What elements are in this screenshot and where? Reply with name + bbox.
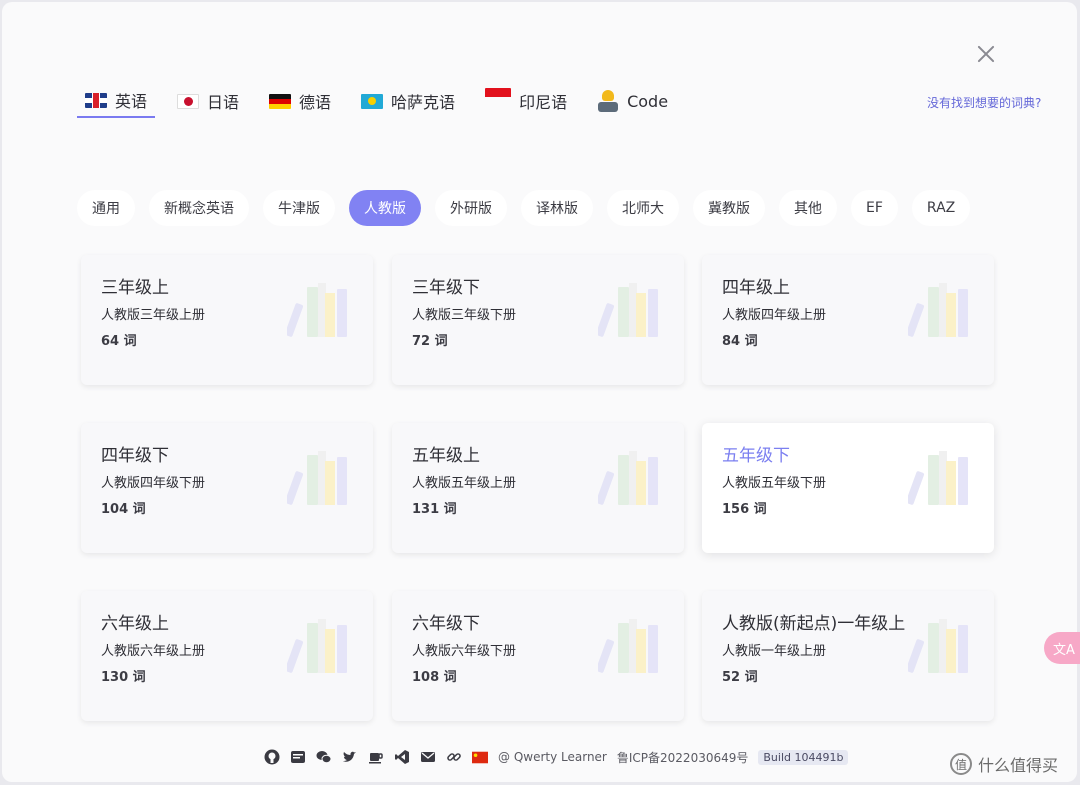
author-text[interactable]: @ Qwerty Learner xyxy=(498,750,607,764)
mail-icon[interactable] xyxy=(420,749,436,765)
china-flag-icon[interactable] xyxy=(472,749,488,765)
watermark-text: 什么值得买 xyxy=(978,756,1059,775)
link-icon[interactable] xyxy=(446,749,462,765)
dictionary-card[interactable]: 人教版(新起点)一年级上 人教版一年级上册 52 词 xyxy=(702,591,994,721)
dictionary-card[interactable]: 四年级上 人教版四年级上册 84 词 xyxy=(702,255,994,385)
japan-flag-icon xyxy=(177,93,200,109)
dictionary-card[interactable]: 四年级下 人教版四年级下册 104 词 xyxy=(81,423,373,553)
mp-icon[interactable] xyxy=(290,749,306,765)
wechat-icon[interactable] xyxy=(316,749,332,765)
books-icon xyxy=(598,451,658,505)
uk-flag-icon xyxy=(85,92,107,108)
books-icon xyxy=(287,451,347,505)
language-tabs: 英语 日语 德语 哈萨克语 印尼语 Code xyxy=(77,84,690,120)
tab-code[interactable]: Code xyxy=(589,84,676,118)
books-icon xyxy=(598,619,658,673)
pill-yilin[interactable]: 译林版 xyxy=(521,190,593,226)
germany-flag-icon xyxy=(269,93,292,109)
dictionary-request-link[interactable]: 没有找到想要的词典? xyxy=(927,94,1041,111)
books-icon xyxy=(908,451,968,505)
pill-pep[interactable]: 人教版 xyxy=(349,190,421,226)
pill-general[interactable]: 通用 xyxy=(77,190,135,226)
tab-kazakh[interactable]: 哈萨克语 xyxy=(353,84,463,118)
coffee-icon[interactable] xyxy=(368,749,384,765)
category-pills: 通用 新概念英语 牛津版 人教版 外研版 译林版 北师大 冀教版 其他 EF R… xyxy=(77,190,984,226)
watermark: 值 什么值得买 xyxy=(950,752,1058,776)
indonesia-flag-icon xyxy=(485,88,512,104)
coder-icon xyxy=(597,90,619,112)
pill-other[interactable]: 其他 xyxy=(779,190,837,226)
pill-oxford[interactable]: 牛津版 xyxy=(263,190,335,226)
vscode-icon[interactable] xyxy=(394,749,410,765)
watermark-logo-icon: 值 xyxy=(950,753,972,775)
pill-fltrp[interactable]: 外研版 xyxy=(435,190,507,226)
pill-jijiao[interactable]: 冀教版 xyxy=(693,190,765,226)
dictionary-card-selected[interactable]: 五年级下 人教版五年级下册 156 词 xyxy=(702,423,994,553)
books-icon xyxy=(287,619,347,673)
books-icon xyxy=(908,619,968,673)
dictionary-card[interactable]: 六年级下 人教版六年级下册 108 词 xyxy=(392,591,684,721)
icp-text[interactable]: 鲁ICP备2022030649号 xyxy=(617,749,749,766)
pill-new-concept[interactable]: 新概念英语 xyxy=(149,190,249,226)
tab-english[interactable]: 英语 xyxy=(77,84,156,118)
build-badge: Build 104491b xyxy=(758,749,849,765)
tab-indonesian[interactable]: 印尼语 xyxy=(477,84,575,118)
footer: @ Qwerty Learner 鲁ICP备2022030649号 Build … xyxy=(264,747,849,767)
pill-ef[interactable]: EF xyxy=(851,190,898,226)
translate-float-button[interactable]: 文A xyxy=(1044,632,1080,664)
pill-raz[interactable]: RAZ xyxy=(911,190,971,226)
pill-bnu[interactable]: 北师大 xyxy=(607,190,679,226)
tab-german[interactable]: 德语 xyxy=(261,84,339,118)
kazakhstan-flag-icon xyxy=(361,93,384,109)
dictionary-card[interactable]: 三年级下 人教版三年级下册 72 词 xyxy=(392,255,684,385)
books-icon xyxy=(908,283,968,337)
dictionary-grid: 三年级上 人教版三年级上册 64 词 三年级下 人教版三年级下册 72 词 四年… xyxy=(81,255,996,735)
close-icon[interactable] xyxy=(972,40,1000,68)
dictionary-card[interactable]: 五年级上 人教版五年级上册 131 词 xyxy=(392,423,684,553)
books-icon xyxy=(598,283,658,337)
dictionary-modal: 英语 日语 德语 哈萨克语 印尼语 Code 没有找到想要的词典? 通用 新概念… xyxy=(2,2,1077,782)
books-icon xyxy=(287,283,347,337)
dictionary-card[interactable]: 六年级上 人教版六年级上册 130 词 xyxy=(81,591,373,721)
dictionary-card[interactable]: 三年级上 人教版三年级上册 64 词 xyxy=(81,255,373,385)
twitter-icon[interactable] xyxy=(342,749,358,765)
tab-japanese[interactable]: 日语 xyxy=(169,84,247,118)
github-icon[interactable] xyxy=(264,749,280,765)
